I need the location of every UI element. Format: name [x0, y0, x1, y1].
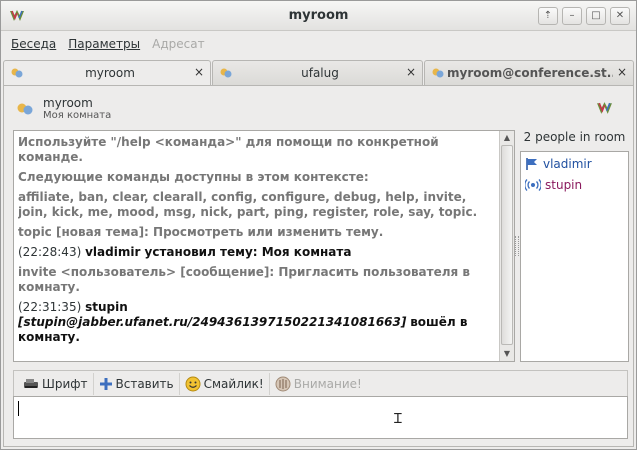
shade-button[interactable]: ⇡	[538, 7, 558, 25]
flag-icon	[526, 158, 537, 170]
chat-line: Используйте "/help <команда>" для помощи…	[18, 135, 439, 164]
tab-myroom[interactable]: myroom ×	[3, 60, 211, 86]
room-name: myroom	[43, 96, 93, 110]
scroll-up-icon[interactable]: ▲	[500, 131, 514, 145]
room-topic: Моя комната	[43, 110, 112, 121]
chat-room-icon	[11, 68, 23, 78]
conversation-panel: myroom Моя комната Используйте "/help <к…	[3, 85, 634, 447]
font-icon	[24, 378, 38, 388]
font-label: Шрифт	[42, 376, 88, 391]
insert-button[interactable]: Вставить	[94, 372, 180, 395]
roster-name: vladimir	[543, 157, 592, 171]
roster-count: 2 people in room	[523, 130, 626, 144]
insert-label: Вставить	[115, 376, 174, 391]
menu-bar: Беседа Параметры Адресат	[1, 32, 636, 56]
message-body: vladimir установил тему: Моя комната	[85, 245, 352, 259]
chat-line: topic [новая тема]: Просмотреть или изме…	[18, 225, 384, 239]
close-button[interactable]: ✕	[610, 7, 630, 25]
chat-line: invite <пользователь> [сообщение]: Пригл…	[18, 265, 471, 294]
minimize-button[interactable]: –	[562, 7, 582, 25]
chat-window: myroom ⇡ – □ ✕ Беседа Параметры Адресат …	[0, 0, 637, 450]
scroll-thumb[interactable]	[501, 145, 513, 345]
roster-item-stupin[interactable]: stupin	[525, 176, 582, 194]
signal-icon	[525, 179, 541, 191]
roster-list: vladimir stupin	[520, 151, 629, 362]
chat-room-icon	[17, 103, 33, 115]
chat-line: affiliate, ban, clear, clearall, config,…	[18, 190, 478, 219]
title-bar: myroom ⇡ – □ ✕	[1, 1, 636, 31]
timestamp: (22:31:35)	[18, 300, 82, 314]
attention-icon	[275, 376, 291, 391]
tab-label: myroom	[85, 66, 135, 80]
mouse-ibeam-icon: Ɪ	[394, 411, 402, 427]
chat-line: Следующие команды доступны в этом контек…	[18, 170, 369, 184]
chat-log-text: Используйте "/help <команда>" для помощи…	[18, 135, 496, 357]
text-caret	[18, 401, 19, 416]
chat-line: (22:31:35) stupin [stupin@jabber.ufanet.…	[18, 300, 496, 345]
roster-name: stupin	[545, 178, 583, 192]
menu-conversation[interactable]: Беседа	[11, 37, 56, 51]
chat-log[interactable]: Используйте "/help <команда>" для помощи…	[13, 130, 515, 362]
tab-close-icon[interactable]: ×	[617, 65, 627, 79]
tab-myroom-conference[interactable]: myroom@conference.st... ×	[424, 60, 634, 85]
menu-send-to: Адресат	[152, 37, 205, 51]
smiley-icon	[185, 376, 201, 391]
message-input[interactable]: Ɪ	[13, 396, 628, 439]
chat-line: (22:28:43) vladimir установил тему: Моя …	[18, 245, 496, 260]
tab-close-icon[interactable]: ×	[406, 65, 416, 79]
tab-bar: myroom × ufalug × myroom@conference.st..…	[3, 60, 634, 86]
scroll-down-icon[interactable]: ▼	[500, 347, 514, 361]
pane-resize-handle[interactable]	[515, 236, 519, 256]
tab-label: ufalug	[301, 66, 339, 80]
smiley-button[interactable]: Смайлик!	[180, 372, 270, 395]
chat-room-icon	[432, 68, 444, 78]
pidgin-logo-icon	[597, 102, 612, 114]
chat-scrollbar[interactable]: ▲ ▼	[499, 131, 514, 361]
maximize-button[interactable]: □	[586, 7, 606, 25]
nick: stupin	[85, 300, 128, 314]
plus-icon	[99, 377, 112, 390]
tab-close-icon[interactable]: ×	[194, 65, 204, 79]
attention-label: Внимание!	[293, 376, 362, 391]
compose-toolbar: Шрифт Вставить Смайлик! Внимание!	[13, 370, 628, 396]
font-button[interactable]: Шрифт	[18, 372, 94, 395]
roster-item-vladimir[interactable]: vladimir	[525, 155, 592, 173]
timestamp: (22:28:43)	[18, 245, 82, 259]
tab-label: myroom@conference.st...	[447, 66, 613, 80]
smiley-label: Смайлик!	[203, 376, 264, 391]
jid: [stupin@jabber.ufanet.ru/249436139715022…	[18, 315, 407, 329]
tab-ufalug[interactable]: ufalug ×	[212, 60, 423, 85]
chat-room-icon	[220, 68, 232, 78]
attention-button: Внимание!	[270, 373, 367, 395]
menu-options[interactable]: Параметры	[68, 37, 140, 51]
